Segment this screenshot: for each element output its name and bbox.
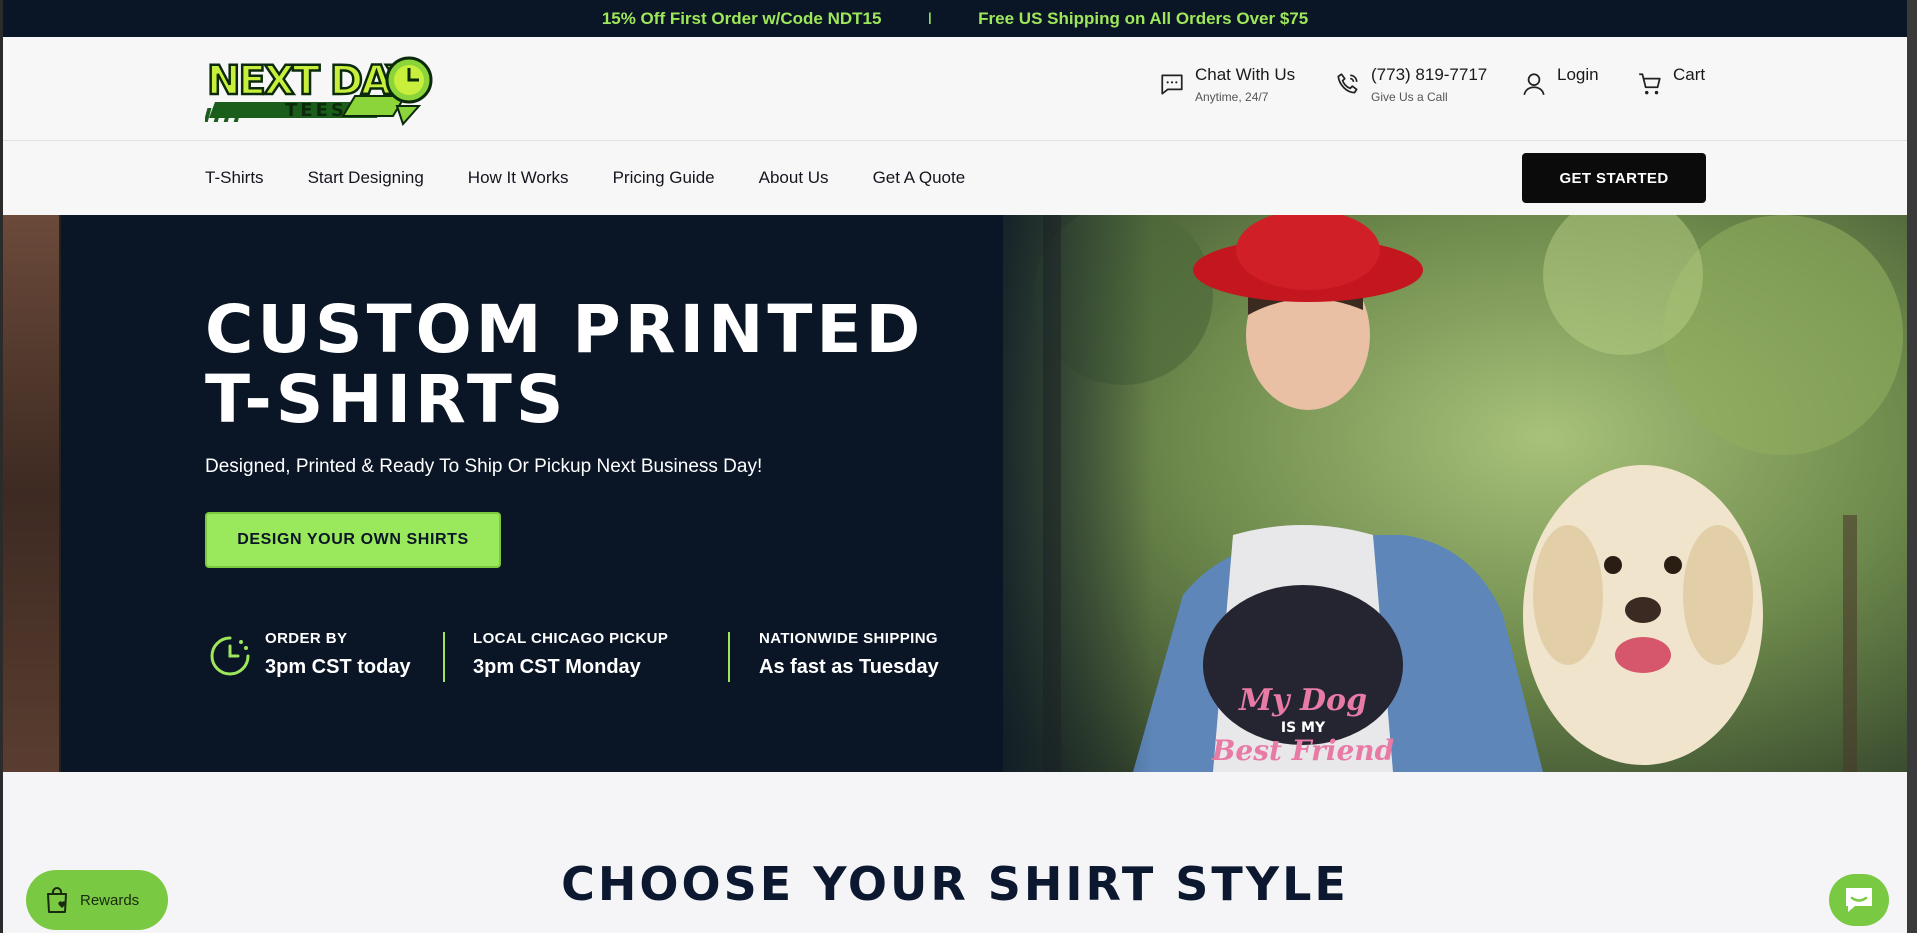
hero-gradient-overlay xyxy=(953,215,1153,772)
chat-subtitle: Anytime, 24/7 xyxy=(1195,90,1269,104)
chat-title: Chat With Us xyxy=(1195,65,1296,84)
chat-with-us-link[interactable]: Chat With Us Anytime, 24/7 xyxy=(1159,65,1295,104)
hero-title: CUSTOM PRINTED T-SHIRTS xyxy=(205,295,924,435)
nav-item-t-shirts[interactable]: T-Shirts xyxy=(205,168,264,188)
feature-nationwide-shipping: NATIONWIDE SHIPPING As fast as Tuesday xyxy=(759,630,939,679)
feature-value: 3pm CST today xyxy=(265,656,411,678)
get-started-button[interactable]: GET STARTED xyxy=(1522,153,1706,203)
feature-label: NATIONWIDE SHIPPING xyxy=(759,630,938,647)
hero-title-line-2: T-SHIRTS xyxy=(205,361,568,438)
phone-icon xyxy=(1337,73,1358,94)
page: 15% Off First Order w/Code NDT15 I Free … xyxy=(3,0,1907,933)
phone-number: (773) 819-7717 xyxy=(1371,65,1488,84)
shopping-bag-heart-icon xyxy=(47,887,67,913)
chat-bubble-icon xyxy=(1846,888,1872,912)
hero-title-line-1: CUSTOM PRINTED xyxy=(205,291,925,368)
feature-value: 3pm CST Monday xyxy=(473,656,641,678)
user-icon xyxy=(1523,73,1545,96)
main-nav: T-Shirts Start Designing How It Works Pr… xyxy=(3,141,1907,215)
rewards-label: Rewards xyxy=(80,891,140,909)
feature-label: ORDER BY xyxy=(265,630,348,647)
site-header: NEXT DAY TEES Chat With Us Anytime, 24/7… xyxy=(3,37,1907,141)
svg-text:NEXT DAY: NEXT DAY xyxy=(207,58,416,104)
login-label: Login xyxy=(1557,65,1599,84)
window-scrollbar[interactable] xyxy=(1907,0,1917,933)
live-chat-button[interactable] xyxy=(1829,874,1889,926)
free-shipping-text: Free US Shipping on All Orders Over $75 xyxy=(978,8,1309,28)
nav-item-how-it-works[interactable]: How It Works xyxy=(468,168,569,188)
feature-order-by: ORDER BY 3pm CST today xyxy=(265,630,411,679)
feature-value: As fast as Tuesday xyxy=(759,656,939,678)
clock-icon xyxy=(210,636,250,676)
announcement-bar: 15% Off First Order w/Code NDT15 I Free … xyxy=(3,0,1907,37)
announcement-separator: I xyxy=(927,8,933,28)
previous-slide-peek xyxy=(3,215,61,772)
chat-icon xyxy=(1161,74,1183,95)
feature-divider xyxy=(443,632,445,682)
phone-link[interactable]: (773) 819-7717 Give Us a Call xyxy=(1335,65,1487,104)
design-your-own-shirts-button[interactable]: DESIGN YOUR OWN SHIRTS xyxy=(205,512,501,568)
hero-subtitle: Designed, Printed & Ready To Ship Or Pic… xyxy=(205,456,763,477)
hero-banner: My Dog IS MY Best Friend CUSTOM PRINTED … xyxy=(3,215,1907,772)
nav-item-pricing-guide[interactable]: Pricing Guide xyxy=(613,168,715,188)
cart-label: Cart xyxy=(1673,65,1706,84)
svg-text:TEES: TEES xyxy=(285,100,347,121)
svg-text:Best Friend: Best Friend xyxy=(1211,734,1394,767)
promo-code-text: 15% Off First Order w/Code NDT15 xyxy=(601,8,882,28)
next-day-tees-logo[interactable]: NEXT DAY TEES xyxy=(205,50,437,130)
feature-label: LOCAL CHICAGO PICKUP xyxy=(473,630,669,647)
rewards-button[interactable]: Rewards xyxy=(26,870,168,930)
nav-item-get-a-quote[interactable]: Get A Quote xyxy=(873,168,966,188)
nav-item-about-us[interactable]: About Us xyxy=(759,168,829,188)
feature-local-pickup: LOCAL CHICAGO PICKUP 3pm CST Monday xyxy=(473,630,668,679)
cart-link[interactable]: Cart xyxy=(1637,65,1705,97)
feature-divider xyxy=(728,632,730,682)
cart-icon xyxy=(1639,73,1661,95)
nav-item-start-designing[interactable]: Start Designing xyxy=(308,168,424,188)
svg-text:My Dog: My Dog xyxy=(1238,683,1367,718)
login-link[interactable]: Login xyxy=(1521,65,1599,97)
phone-subtitle: Give Us a Call xyxy=(1371,90,1448,104)
section-title: CHOOSE YOUR SHIRT STYLE xyxy=(561,857,1349,911)
